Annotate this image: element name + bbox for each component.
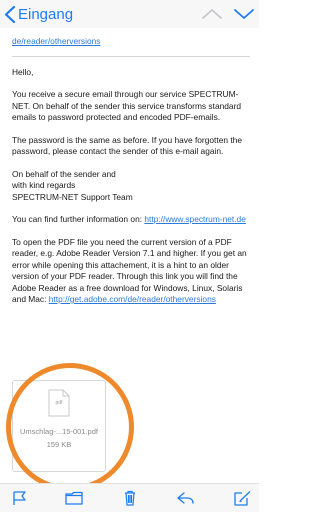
compose-button[interactable] <box>232 490 252 506</box>
folder-button[interactable] <box>64 490 84 506</box>
reply-icon <box>177 492 194 504</box>
info-text: You can find further information on: <box>12 214 145 224</box>
chevron-down-icon <box>234 9 254 19</box>
folder-icon <box>65 491 83 505</box>
divider <box>12 55 250 57</box>
flag-button[interactable] <box>10 490 30 506</box>
navigation-bar: Eingang <box>0 0 259 28</box>
email-body: de/reader/otherversions Hello, You recei… <box>12 28 250 306</box>
chevron-up-icon <box>202 9 222 19</box>
adobe-link[interactable]: http://get.adobe.com/de/reader/othervers… <box>49 294 216 304</box>
bottom-toolbar <box>0 483 259 512</box>
next-message-button[interactable] <box>233 6 255 22</box>
trash-icon <box>125 490 135 506</box>
paragraph-pdf: To open the PDF file you need the curren… <box>12 237 250 306</box>
compose-icon <box>234 491 251 506</box>
previous-message-button[interactable] <box>201 6 223 22</box>
flag-icon <box>13 491 26 505</box>
highlight-circle <box>6 363 134 491</box>
signoff-line: with kind regards <box>12 180 76 190</box>
reply-button[interactable] <box>176 490 196 506</box>
back-button[interactable]: Eingang <box>4 4 73 24</box>
top-link[interactable]: de/reader/otherversions <box>12 36 100 46</box>
greeting: Hello, <box>12 66 34 77</box>
signoff-line: SPECTRUM-NET Support Team <box>12 191 133 202</box>
back-label: Eingang <box>18 5 74 23</box>
chevron-left-icon <box>4 5 16 23</box>
signoff-line: On behalf of the sender and <box>12 168 116 179</box>
spectrum-link[interactable]: http://www.spectrum-net.de <box>144 214 245 224</box>
paragraph-password: The password is the same as before. If y… <box>12 134 242 157</box>
paragraph-intro: You receive a secure email through our s… <box>12 89 242 122</box>
trash-button[interactable] <box>120 490 140 506</box>
info-paragraph: You can find further information on: htt… <box>12 214 250 226</box>
